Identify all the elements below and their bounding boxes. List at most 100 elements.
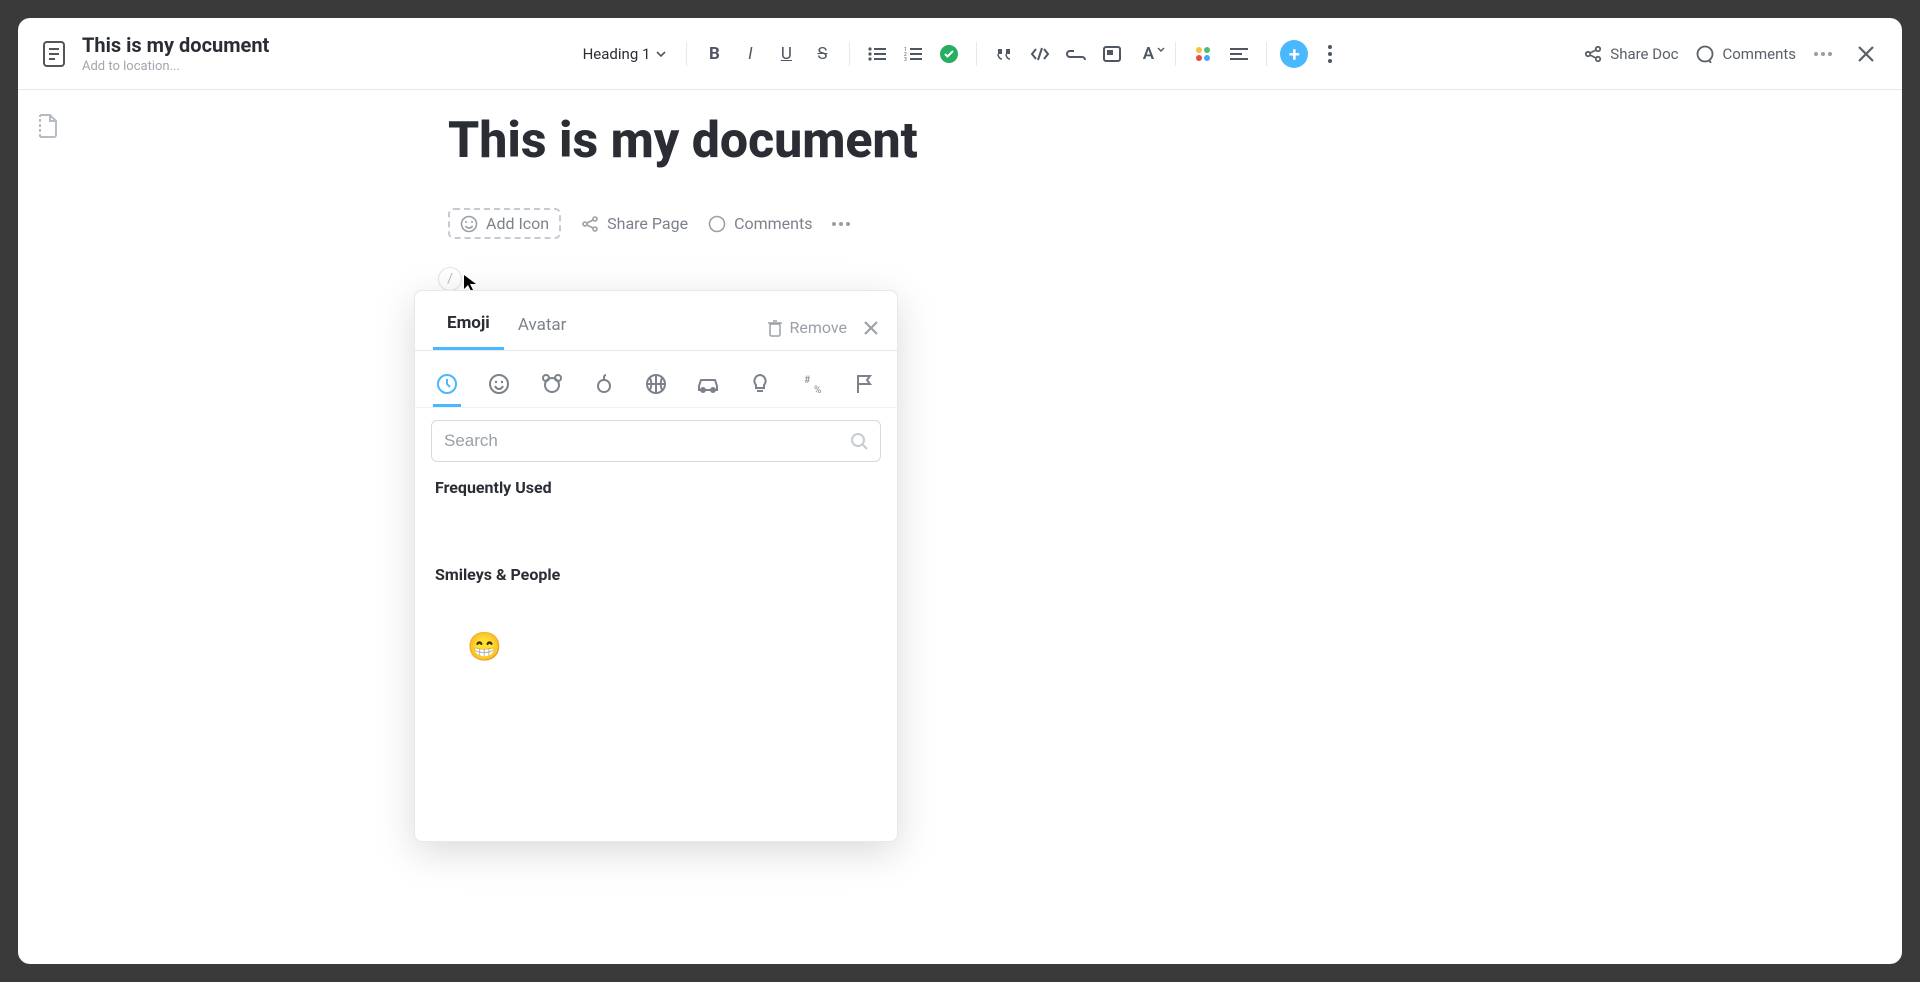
document-modal: This is my document Add to location... H… (18, 18, 1902, 964)
more-toolbar-button[interactable] (1315, 39, 1345, 69)
clock-icon (436, 373, 458, 395)
share-icon (1584, 45, 1602, 63)
left-rail (18, 90, 78, 964)
italic-button[interactable]: I (735, 39, 765, 69)
close-icon (863, 320, 879, 336)
emoji-search[interactable] (431, 420, 881, 462)
slash-command-hint[interactable]: / (438, 267, 462, 291)
ball-icon (645, 373, 667, 395)
category-flags[interactable] (851, 363, 879, 407)
section-frequently-used: Frequently Used (415, 472, 897, 503)
toolbar-separator (686, 42, 687, 66)
embed-button[interactable] (1097, 39, 1127, 69)
underline-button[interactable]: U (771, 39, 801, 69)
category-symbols[interactable]: #% (799, 363, 827, 407)
apple-icon (593, 373, 615, 395)
category-recent[interactable] (433, 363, 461, 407)
new-page-icon[interactable] (37, 112, 59, 138)
numbered-list-button[interactable]: 123 (898, 39, 928, 69)
highlight-button[interactable] (1188, 39, 1218, 69)
color-dots-icon (1196, 47, 1210, 61)
comment-icon (708, 215, 726, 233)
toolbar-separator (1266, 42, 1267, 66)
emoji-picker-body: Frequently Used Smileys & People 😁 (415, 472, 897, 841)
share-doc-button[interactable]: Share Doc (1584, 45, 1678, 63)
smiley-icon (488, 373, 510, 395)
avatar-tab[interactable]: Avatar (504, 307, 581, 349)
comment-icon (1696, 45, 1714, 63)
emoji-item[interactable]: 😁 (467, 630, 502, 670)
chevron-down-icon (656, 51, 666, 57)
emoji-tab[interactable]: Emoji (433, 305, 504, 350)
page-comments-label: Comments (734, 214, 812, 233)
more-options-button[interactable] (1814, 52, 1832, 56)
heading-dropdown[interactable]: Heading 1 (575, 41, 675, 67)
checklist-button[interactable] (934, 39, 964, 69)
smiley-outline-icon (460, 215, 478, 233)
document-main: This is my document Add Icon Share Page … (78, 90, 1902, 964)
search-icon (850, 432, 868, 450)
toolbar-separator (1175, 42, 1176, 66)
add-block-button[interactable]: + (1279, 39, 1309, 69)
add-to-location[interactable]: Add to location... (82, 59, 269, 74)
emoji-categories: #% (415, 351, 897, 408)
close-icon (1856, 44, 1876, 64)
category-objects[interactable] (746, 363, 774, 407)
add-icon-button[interactable]: Add Icon (448, 208, 561, 239)
emoji-picker-close[interactable] (863, 320, 879, 336)
category-smileys[interactable] (485, 363, 513, 407)
doc-title-group: This is my document Add to location... (82, 33, 269, 74)
category-travel[interactable] (694, 363, 722, 407)
bulb-icon (751, 373, 769, 395)
svg-text:#: # (804, 375, 811, 386)
page-comments-button[interactable]: Comments (708, 214, 812, 233)
page-more-button[interactable] (832, 222, 850, 226)
document-icon (38, 38, 70, 70)
document-title[interactable]: This is my document (82, 33, 269, 57)
remove-label: Remove (789, 318, 847, 337)
plus-circle-icon: + (1280, 40, 1308, 68)
toolbar-separator (849, 42, 850, 66)
share-page-button[interactable]: Share Page (581, 214, 688, 233)
close-modal-button[interactable] (1850, 38, 1882, 70)
link-button[interactable] (1061, 39, 1091, 69)
category-animals[interactable] (537, 363, 565, 407)
document-body: This is my document Add Icon Share Page … (18, 90, 1902, 964)
category-activity[interactable] (642, 363, 670, 407)
page-title[interactable]: This is my document (448, 112, 1862, 170)
section-smileys: Smileys & People (415, 559, 897, 590)
code-button[interactable] (1025, 39, 1055, 69)
heading-dropdown-label: Heading 1 (583, 45, 651, 63)
document-header: This is my document Add to location... H… (18, 18, 1902, 90)
bold-button[interactable]: B (699, 39, 729, 69)
align-button[interactable] (1224, 39, 1254, 69)
share-doc-label: Share Doc (1610, 45, 1678, 63)
more-icon (832, 222, 850, 226)
remove-icon-button[interactable]: Remove (767, 318, 847, 337)
bullet-list-button[interactable] (862, 39, 892, 69)
svg-text:3: 3 (904, 57, 907, 61)
emoji-picker-header: Emoji Avatar Remove (415, 291, 897, 351)
toolbar-separator (976, 42, 977, 66)
strikethrough-button[interactable]: S (807, 39, 837, 69)
text-color-button[interactable]: A (1133, 39, 1163, 69)
svg-text:%: % (814, 385, 821, 395)
emoji-search-wrap (415, 408, 897, 472)
add-icon-label: Add Icon (486, 214, 549, 233)
header-right: Share Doc Comments (1502, 38, 1882, 70)
comments-button[interactable]: Comments (1696, 45, 1796, 63)
emoji-picker: Emoji Avatar Remove (414, 290, 898, 842)
car-icon (696, 374, 720, 394)
more-icon (1814, 52, 1832, 56)
flag-icon (855, 373, 875, 395)
comments-label: Comments (1722, 45, 1796, 63)
share-icon (581, 215, 599, 233)
trash-icon (767, 319, 783, 337)
formatting-toolbar: Heading 1 B I U S 123 (418, 39, 1502, 69)
page-actions: Add Icon Share Page Comments (448, 208, 1862, 239)
animal-icon (541, 373, 563, 395)
quote-button[interactable] (989, 39, 1019, 69)
emoji-search-input[interactable] (444, 431, 850, 451)
category-food[interactable] (590, 363, 618, 407)
symbols-icon: #% (802, 373, 824, 395)
